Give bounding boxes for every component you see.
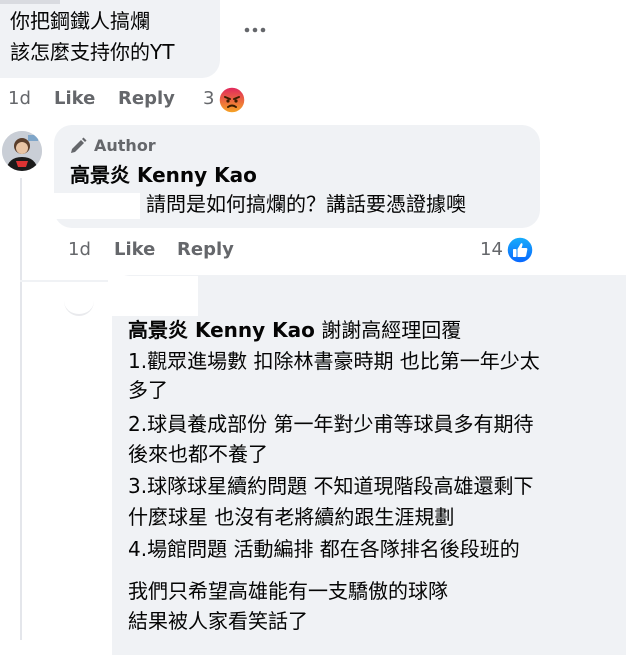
comment-2-reaction-count[interactable]: 14: [480, 239, 503, 260]
comment-3-redaction: [108, 276, 198, 316]
comment-3-thanks-text: 謝謝高經理回覆: [314, 318, 462, 342]
comment-3-line-5: 3.球隊球星續約問題 不知道現階段高雄還剩下: [128, 474, 534, 498]
author-badge: Author: [94, 136, 156, 155]
comment-2-text: 請問是如何搞爛的？講話要憑證據噢: [146, 192, 466, 216]
comment-1-line-2: 該怎麼支持你的YT: [10, 40, 175, 64]
reply-avatar[interactable]: [64, 292, 94, 316]
like-reaction-icon[interactable]: [506, 236, 534, 264]
author-pen-icon: [68, 136, 88, 156]
comment-2-reply-button[interactable]: Reply: [177, 239, 234, 260]
comment-1-reaction-count[interactable]: 3: [203, 88, 214, 109]
comment-2-like-button[interactable]: Like: [114, 239, 155, 260]
comment-3-line-1: 1.觀眾進場數 扣除林書豪時期 也比第一年少太: [128, 349, 540, 373]
comment-3-line-7: 4.場館問題 活動編排 都在各隊排名後段班的: [128, 537, 520, 561]
comment-2-time[interactable]: 1d: [68, 239, 91, 260]
comment-2-author-name[interactable]: 高景炎 Kenny Kao: [70, 161, 257, 190]
comment-3-line-3: 2.球員養成部份 第一年對少甫等球員多有期待: [128, 412, 534, 436]
comment-1-time[interactable]: 1d: [8, 88, 31, 109]
angry-reaction-icon[interactable]: [218, 86, 246, 114]
comment-3-closing-2: 結果被人家看笑話了: [128, 609, 308, 633]
comment-2-redaction: [52, 193, 140, 219]
comment-3-closing-1: 我們只希望高雄能有一支驕傲的球隊: [128, 579, 448, 603]
comment-3-first-line: 高景炎 Kenny Kao 謝謝高經理回覆: [128, 316, 461, 345]
comment-3-line-4: 後來也都不養了: [128, 442, 268, 466]
comment-3-mention[interactable]: 高景炎 Kenny Kao: [128, 318, 315, 342]
author-avatar[interactable]: [2, 131, 42, 171]
comment-3-line-2: 多了: [128, 378, 168, 402]
more-options-icon[interactable]: [244, 19, 266, 33]
comment-3-line-6: 什麼球星 也沒有老將續約跟生涯規劃: [128, 505, 455, 529]
comment-1-like-button[interactable]: Like: [54, 88, 95, 109]
comment-1-reply-button[interactable]: Reply: [118, 88, 175, 109]
thread-line-vertical: [20, 178, 22, 640]
comment-1-line-1: 你把鋼鐵人搞爛: [10, 9, 150, 33]
comment-1-header-cut: [0, 0, 60, 4]
